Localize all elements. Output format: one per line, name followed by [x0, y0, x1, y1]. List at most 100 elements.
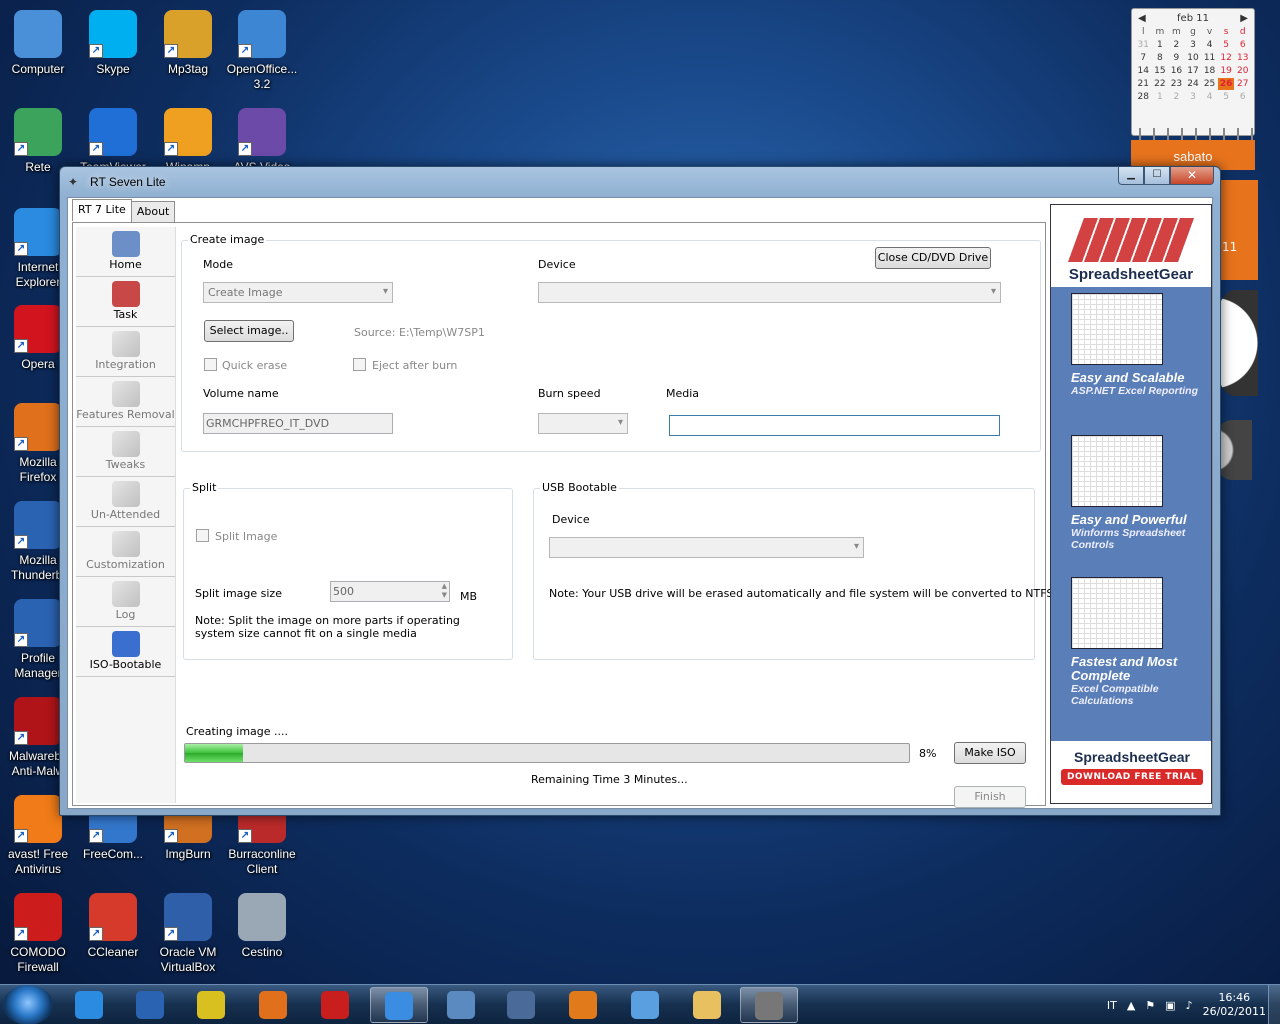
volume-icon[interactable]: ♪: [1186, 999, 1193, 1012]
desktop-shortcut[interactable]: ↗ OpenOffice... 3.2: [224, 10, 300, 92]
calendar-day[interactable]: 25: [1201, 78, 1218, 90]
desktop-shortcut[interactable]: ↗ COMODO Firewall: [0, 893, 76, 975]
next-month-button[interactable]: ▶: [1240, 13, 1248, 24]
sidebar-item-unattended[interactable]: Un-Attended: [76, 477, 175, 527]
stepper-arrows-icon[interactable]: ▲ ▼: [442, 582, 447, 600]
desktop-shortcut[interactable]: ↗AVS Video: [224, 108, 300, 175]
close-drive-button[interactable]: Close CD/DVD Drive: [875, 247, 991, 269]
taskbar-button[interactable]: [492, 987, 550, 1023]
calendar-day[interactable]: 22: [1152, 78, 1169, 90]
show-desktop-button[interactable]: [1268, 985, 1280, 1024]
ad-footer[interactable]: SpreadsheetGear DOWNLOAD FREE TRIAL: [1051, 741, 1211, 803]
calendar-day[interactable]: 8: [1152, 52, 1169, 64]
title-bar[interactable]: ✦ RT Seven Lite ▁ ☐ ✕: [60, 167, 1220, 197]
minimize-button[interactable]: ▁: [1118, 167, 1144, 185]
calendar-day[interactable]: 16: [1168, 65, 1185, 77]
taskbar-button[interactable]: [740, 987, 798, 1023]
calendar-day[interactable]: 11: [1201, 52, 1218, 64]
sidebar-item-task[interactable]: Task: [76, 277, 175, 327]
device-select[interactable]: [538, 282, 1001, 303]
calendar-day[interactable]: 4: [1201, 39, 1218, 51]
calendar-day[interactable]: 2: [1168, 91, 1185, 103]
sidebar-item-customization[interactable]: Customization: [76, 527, 175, 577]
calendar-day[interactable]: 7: [1135, 52, 1152, 64]
desktop-shortcut[interactable]: Cestino: [224, 893, 300, 960]
language-indicator[interactable]: IT: [1107, 999, 1117, 1012]
split-image-checkbox[interactable]: [196, 529, 209, 542]
calendar-day[interactable]: 12: [1218, 52, 1235, 64]
calendar-day[interactable]: 19: [1218, 65, 1235, 77]
sidebar-item-log[interactable]: Log: [76, 577, 175, 627]
split-size-stepper[interactable]: 500 ▲ ▼: [330, 581, 450, 602]
sidebar-item-integration[interactable]: Integration: [76, 327, 175, 377]
calendar-day[interactable]: 1: [1152, 91, 1169, 103]
ad-feature-block[interactable]: Fastest and Most Complete Excel Compatibl…: [1051, 571, 1211, 713]
sidebar-item-home[interactable]: Home: [76, 227, 175, 277]
desktop-shortcut[interactable]: ↗Winamp: [150, 108, 226, 175]
network-tray-icon[interactable]: ▣: [1165, 999, 1175, 1012]
select-image-button[interactable]: Select image..: [204, 320, 294, 342]
spreadsheetgear-ad[interactable]: SpreadsheetGear Easy and Scalable ASP.NET…: [1050, 204, 1212, 804]
maximize-button[interactable]: ☐: [1144, 167, 1170, 185]
calendar-day[interactable]: 23: [1168, 78, 1185, 90]
taskbar-button[interactable]: [432, 987, 490, 1023]
calendar-day[interactable]: 5: [1218, 39, 1235, 51]
media-input[interactable]: [669, 415, 1000, 436]
calendar-day[interactable]: 18: [1201, 65, 1218, 77]
quick-erase-checkbox[interactable]: [204, 358, 217, 371]
desktop-shortcut[interactable]: Computer: [0, 10, 76, 77]
taskbar-clock[interactable]: 16:46 26/02/2011: [1203, 991, 1266, 1019]
calendar-day[interactable]: 27: [1234, 78, 1251, 90]
taskbar-button[interactable]: [121, 987, 179, 1023]
desktop-shortcut[interactable]: ↗TeamViewer: [75, 108, 151, 175]
taskbar-button[interactable]: [678, 987, 736, 1023]
close-button[interactable]: ✕: [1170, 167, 1214, 185]
sidebar-item-tweaks[interactable]: Tweaks: [76, 427, 175, 477]
calendar-day[interactable]: 6: [1234, 39, 1251, 51]
ad-feature-block[interactable]: Easy and Scalable ASP.NET Excel Reporting: [1051, 287, 1211, 429]
calendar-day[interactable]: 2: [1168, 39, 1185, 51]
ad-logo[interactable]: SpreadsheetGear: [1051, 205, 1211, 287]
calendar-day[interactable]: 21: [1135, 78, 1152, 90]
tab-about[interactable]: About: [130, 201, 176, 223]
calendar-day[interactable]: 3: [1185, 39, 1202, 51]
download-trial-button[interactable]: DOWNLOAD FREE TRIAL: [1061, 769, 1203, 785]
eject-after-burn-checkbox[interactable]: [353, 358, 366, 371]
calendar-day[interactable]: 10: [1185, 52, 1202, 64]
calendar-day[interactable]: 15: [1152, 65, 1169, 77]
burn-speed-select[interactable]: [538, 413, 628, 434]
start-button[interactable]: [3, 985, 53, 1024]
taskbar-button[interactable]: [554, 987, 612, 1023]
tray-expand-icon[interactable]: ▲: [1127, 999, 1135, 1012]
finish-button[interactable]: Finish: [954, 786, 1026, 808]
tab-rt7lite[interactable]: RT 7 Lite: [72, 199, 132, 221]
calendar-day[interactable]: 1: [1152, 39, 1169, 51]
usb-device-select[interactable]: [549, 537, 864, 558]
taskbar-button[interactable]: [616, 987, 674, 1023]
taskbar-button[interactable]: [306, 987, 364, 1023]
desktop-shortcut[interactable]: ↗ CCleaner: [75, 893, 151, 960]
calendar-day[interactable]: 31: [1135, 39, 1152, 51]
sidebar-item-iso-bootable[interactable]: ISO-Bootable: [76, 627, 175, 677]
make-iso-button[interactable]: Make ISO: [954, 742, 1026, 764]
calendar-day[interactable]: 5: [1218, 91, 1235, 103]
calendar-day[interactable]: 17: [1185, 65, 1202, 77]
desktop-shortcut[interactable]: ↗ Mp3tag: [150, 10, 226, 77]
calendar-day[interactable]: 4: [1201, 91, 1218, 103]
action-center-icon[interactable]: ⚑: [1145, 999, 1155, 1012]
calendar-day[interactable]: 3: [1185, 91, 1202, 103]
calendar-day[interactable]: 13: [1234, 52, 1251, 64]
desktop-shortcut[interactable]: ↗ Oracle VM VirtualBox: [150, 893, 226, 975]
taskbar-button[interactable]: [182, 987, 240, 1023]
ad-feature-block[interactable]: Easy and Powerful Winforms Spreadsheet Co…: [1051, 429, 1211, 571]
mode-select[interactable]: Create Image: [203, 282, 393, 303]
sidebar-item-features-removal[interactable]: Features Removal: [76, 377, 175, 427]
calendar-day[interactable]: 20: [1234, 65, 1251, 77]
taskbar-button[interactable]: [370, 987, 428, 1023]
calendar-day[interactable]: 9: [1168, 52, 1185, 64]
taskbar-button[interactable]: [60, 987, 118, 1023]
calendar-day[interactable]: 14: [1135, 65, 1152, 77]
prev-month-button[interactable]: ◀: [1138, 13, 1146, 24]
desktop-shortcut[interactable]: ↗ Rete: [0, 108, 76, 175]
desktop-shortcut[interactable]: ↗ Skype: [75, 10, 151, 77]
